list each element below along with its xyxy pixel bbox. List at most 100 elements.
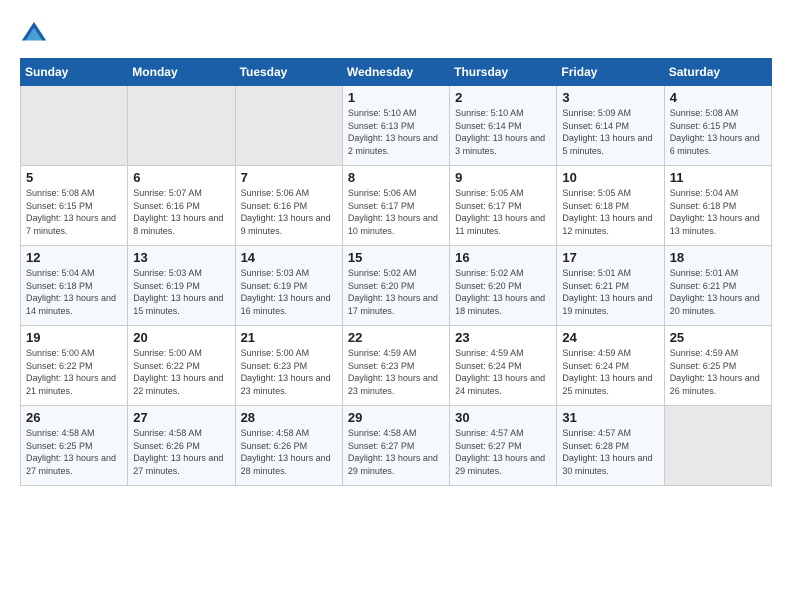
- day-info: Sunrise: 5:10 AM Sunset: 6:13 PM Dayligh…: [348, 107, 444, 157]
- day-number: 9: [455, 170, 551, 185]
- calendar-cell: [21, 86, 128, 166]
- day-number: 1: [348, 90, 444, 105]
- day-info: Sunrise: 5:02 AM Sunset: 6:20 PM Dayligh…: [455, 267, 551, 317]
- calendar-cell: [128, 86, 235, 166]
- calendar-week-2: 5 Sunrise: 5:08 AM Sunset: 6:15 PM Daylig…: [21, 166, 772, 246]
- calendar-cell: 7 Sunrise: 5:06 AM Sunset: 6:16 PM Daylig…: [235, 166, 342, 246]
- day-info: Sunrise: 4:58 AM Sunset: 6:25 PM Dayligh…: [26, 427, 122, 477]
- day-info: Sunrise: 5:00 AM Sunset: 6:23 PM Dayligh…: [241, 347, 337, 397]
- calendar-cell: 17 Sunrise: 5:01 AM Sunset: 6:21 PM Dayli…: [557, 246, 664, 326]
- day-info: Sunrise: 4:59 AM Sunset: 6:24 PM Dayligh…: [562, 347, 658, 397]
- day-info: Sunrise: 5:00 AM Sunset: 6:22 PM Dayligh…: [133, 347, 229, 397]
- calendar-cell: 24 Sunrise: 4:59 AM Sunset: 6:24 PM Dayli…: [557, 326, 664, 406]
- calendar-cell: 20 Sunrise: 5:00 AM Sunset: 6:22 PM Dayli…: [128, 326, 235, 406]
- calendar-cell: 18Sunrise: 5:01 AM Sunset: 6:21 PM Dayli…: [664, 246, 771, 326]
- calendar-cell: 3 Sunrise: 5:09 AM Sunset: 6:14 PM Daylig…: [557, 86, 664, 166]
- calendar-cell: 27Sunrise: 4:58 AM Sunset: 6:26 PM Dayli…: [128, 406, 235, 486]
- day-number: 6: [133, 170, 229, 185]
- day-info: Sunrise: 5:06 AM Sunset: 6:17 PM Dayligh…: [348, 187, 444, 237]
- calendar-cell: 19 Sunrise: 5:00 AM Sunset: 6:22 PM Dayli…: [21, 326, 128, 406]
- day-info: Sunrise: 5:01 AM Sunset: 6:21 PM Dayligh…: [670, 267, 766, 317]
- page-header: [20, 20, 772, 48]
- calendar-cell: [664, 406, 771, 486]
- day-info: Sunrise: 5:08 AM Sunset: 6:15 PM Dayligh…: [26, 187, 122, 237]
- day-number: 14: [241, 250, 337, 265]
- day-info: Sunrise: 4:59 AM Sunset: 6:25 PM Dayligh…: [670, 347, 766, 397]
- day-info: Sunrise: 5:01 AM Sunset: 6:21 PM Dayligh…: [562, 267, 658, 317]
- header-row: SundayMondayTuesdayWednesdayThursdayFrid…: [21, 59, 772, 86]
- day-number: 2: [455, 90, 551, 105]
- calendar-cell: 22 Sunrise: 4:59 AM Sunset: 6:23 PM Dayli…: [342, 326, 449, 406]
- header-day-saturday: Saturday: [664, 59, 771, 86]
- calendar-cell: [235, 86, 342, 166]
- calendar-cell: 25Sunrise: 4:59 AM Sunset: 6:25 PM Dayli…: [664, 326, 771, 406]
- day-number: 19: [26, 330, 122, 345]
- day-info: Sunrise: 5:06 AM Sunset: 6:16 PM Dayligh…: [241, 187, 337, 237]
- header-day-thursday: Thursday: [450, 59, 557, 86]
- calendar-cell: 21Sunrise: 5:00 AM Sunset: 6:23 PM Dayli…: [235, 326, 342, 406]
- calendar-cell: 6 Sunrise: 5:07 AM Sunset: 6:16 PM Daylig…: [128, 166, 235, 246]
- calendar-cell: 9 Sunrise: 5:05 AM Sunset: 6:17 PM Daylig…: [450, 166, 557, 246]
- calendar-cell: 8 Sunrise: 5:06 AM Sunset: 6:17 PM Daylig…: [342, 166, 449, 246]
- day-number: 23: [455, 330, 551, 345]
- logo-icon: [20, 20, 48, 48]
- calendar-cell: 1 Sunrise: 5:10 AM Sunset: 6:13 PM Daylig…: [342, 86, 449, 166]
- calendar-cell: 31Sunrise: 4:57 AM Sunset: 6:28 PM Dayli…: [557, 406, 664, 486]
- day-info: Sunrise: 5:05 AM Sunset: 6:17 PM Dayligh…: [455, 187, 551, 237]
- day-info: Sunrise: 5:04 AM Sunset: 6:18 PM Dayligh…: [670, 187, 766, 237]
- calendar-cell: 10 Sunrise: 5:05 AM Sunset: 6:18 PM Dayli…: [557, 166, 664, 246]
- day-info: Sunrise: 4:59 AM Sunset: 6:24 PM Dayligh…: [455, 347, 551, 397]
- calendar-week-1: 1 Sunrise: 5:10 AM Sunset: 6:13 PM Daylig…: [21, 86, 772, 166]
- day-info: Sunrise: 4:59 AM Sunset: 6:23 PM Dayligh…: [348, 347, 444, 397]
- day-number: 5: [26, 170, 122, 185]
- calendar-cell: 14 Sunrise: 5:03 AM Sunset: 6:19 PM Dayli…: [235, 246, 342, 326]
- day-info: Sunrise: 5:04 AM Sunset: 6:18 PM Dayligh…: [26, 267, 122, 317]
- day-info: Sunrise: 5:00 AM Sunset: 6:22 PM Dayligh…: [26, 347, 122, 397]
- day-number: 24: [562, 330, 658, 345]
- day-number: 17: [562, 250, 658, 265]
- calendar-table: SundayMondayTuesdayWednesdayThursdayFrid…: [20, 58, 772, 486]
- calendar-week-4: 19 Sunrise: 5:00 AM Sunset: 6:22 PM Dayli…: [21, 326, 772, 406]
- header-day-friday: Friday: [557, 59, 664, 86]
- day-number: 26: [26, 410, 122, 425]
- day-info: Sunrise: 5:02 AM Sunset: 6:20 PM Dayligh…: [348, 267, 444, 317]
- day-info: Sunrise: 5:05 AM Sunset: 6:18 PM Dayligh…: [562, 187, 658, 237]
- calendar-cell: 2Sunrise: 5:10 AM Sunset: 6:14 PM Daylig…: [450, 86, 557, 166]
- day-number: 20: [133, 330, 229, 345]
- day-number: 8: [348, 170, 444, 185]
- calendar-cell: 12 Sunrise: 5:04 AM Sunset: 6:18 PM Dayli…: [21, 246, 128, 326]
- day-number: 12: [26, 250, 122, 265]
- day-info: Sunrise: 4:57 AM Sunset: 6:27 PM Dayligh…: [455, 427, 551, 477]
- day-number: 31: [562, 410, 658, 425]
- day-number: 15: [348, 250, 444, 265]
- day-number: 30: [455, 410, 551, 425]
- day-number: 29: [348, 410, 444, 425]
- day-info: Sunrise: 5:09 AM Sunset: 6:14 PM Dayligh…: [562, 107, 658, 157]
- calendar-cell: 16 Sunrise: 5:02 AM Sunset: 6:20 PM Dayli…: [450, 246, 557, 326]
- day-number: 16: [455, 250, 551, 265]
- day-info: Sunrise: 5:03 AM Sunset: 6:19 PM Dayligh…: [241, 267, 337, 317]
- day-number: 22: [348, 330, 444, 345]
- calendar-cell: 11 Sunrise: 5:04 AM Sunset: 6:18 PM Dayli…: [664, 166, 771, 246]
- day-number: 28: [241, 410, 337, 425]
- calendar-cell: 29 Sunrise: 4:58 AM Sunset: 6:27 PM Dayli…: [342, 406, 449, 486]
- calendar-cell: 13 Sunrise: 5:03 AM Sunset: 6:19 PM Dayli…: [128, 246, 235, 326]
- header-day-sunday: Sunday: [21, 59, 128, 86]
- calendar-cell: 4Sunrise: 5:08 AM Sunset: 6:15 PM Daylig…: [664, 86, 771, 166]
- calendar-header: SundayMondayTuesdayWednesdayThursdayFrid…: [21, 59, 772, 86]
- day-info: Sunrise: 5:07 AM Sunset: 6:16 PM Dayligh…: [133, 187, 229, 237]
- header-day-wednesday: Wednesday: [342, 59, 449, 86]
- day-number: 10: [562, 170, 658, 185]
- day-info: Sunrise: 4:58 AM Sunset: 6:26 PM Dayligh…: [241, 427, 337, 477]
- calendar-cell: 5 Sunrise: 5:08 AM Sunset: 6:15 PM Daylig…: [21, 166, 128, 246]
- day-info: Sunrise: 5:03 AM Sunset: 6:19 PM Dayligh…: [133, 267, 229, 317]
- day-info: Sunrise: 4:58 AM Sunset: 6:27 PM Dayligh…: [348, 427, 444, 477]
- calendar-cell: 28 Sunrise: 4:58 AM Sunset: 6:26 PM Dayli…: [235, 406, 342, 486]
- day-number: 11: [670, 170, 766, 185]
- calendar-week-5: 26 Sunrise: 4:58 AM Sunset: 6:25 PM Dayli…: [21, 406, 772, 486]
- calendar-week-3: 12 Sunrise: 5:04 AM Sunset: 6:18 PM Dayli…: [21, 246, 772, 326]
- day-number: 3: [562, 90, 658, 105]
- day-number: 13: [133, 250, 229, 265]
- day-number: 7: [241, 170, 337, 185]
- day-info: Sunrise: 4:58 AM Sunset: 6:26 PM Dayligh…: [133, 427, 229, 477]
